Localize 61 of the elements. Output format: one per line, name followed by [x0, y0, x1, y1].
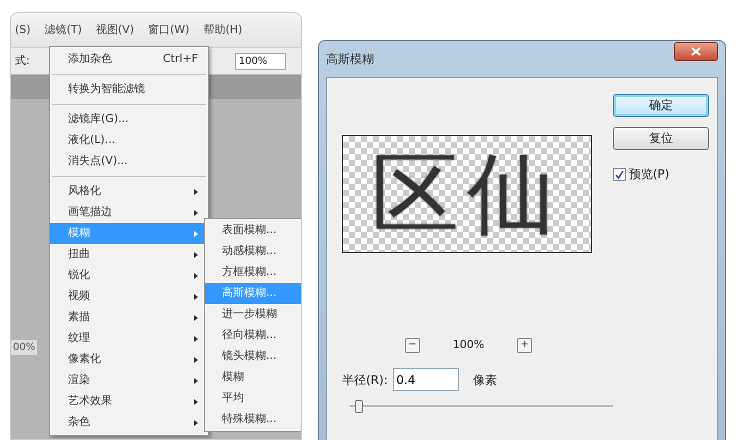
menu-title[interactable]: 帮助(H): [203, 22, 242, 38]
submenu-arrow-icon: [194, 356, 198, 362]
menu-item[interactable]: 素描: [50, 307, 208, 328]
menu-item[interactable]: 模糊: [205, 367, 301, 388]
submenu-arrow-icon: [194, 188, 198, 194]
close-icon: [691, 47, 701, 56]
menu-item[interactable]: 进一步模糊: [205, 304, 301, 325]
menu-item[interactable]: 镜头模糊...: [205, 346, 301, 367]
menu-item[interactable]: 滤镜库(G)...: [50, 109, 208, 130]
menu-item[interactable]: 风格化: [50, 181, 208, 202]
menu-item[interactable]: 视频: [50, 286, 208, 307]
preview-checkbox[interactable]: [613, 168, 626, 181]
submenu-arrow-icon: [194, 252, 198, 258]
menu-item[interactable]: 渲染: [50, 370, 208, 391]
menu-item[interactable]: 径向模糊...: [205, 325, 301, 346]
menu-title[interactable]: 视图(V): [96, 22, 134, 38]
submenu-arrow-icon: [194, 378, 198, 384]
submenu-arrow-icon: [194, 420, 198, 426]
menu-item[interactable]: 平均: [205, 388, 301, 409]
menu-item[interactable]: 动感模糊...: [205, 241, 301, 262]
menu-item[interactable]: 扭曲: [50, 244, 208, 265]
preview-label: 预览(P): [628, 166, 670, 184]
submenu-arrow-icon: [194, 336, 198, 342]
menu-item[interactable]: 表面模糊...: [205, 220, 301, 241]
menu-item[interactable]: 消失点(V)...: [50, 151, 208, 172]
radius-label: 半径(R):: [342, 372, 388, 389]
dialog-button[interactable]: 复位: [613, 126, 709, 150]
submenu-arrow-icon: [194, 314, 198, 320]
menu-item[interactable]: 方框模糊...: [205, 262, 301, 283]
submenu-arrow-icon: [194, 230, 198, 236]
menu-item[interactable]: 艺术效果: [50, 391, 208, 412]
submenu-arrow-icon: [194, 294, 198, 300]
menu-item[interactable]: 添加杂色 Ctrl+F: [50, 49, 208, 70]
menu-item[interactable]: 锐化: [50, 265, 208, 286]
menu-item[interactable]: 像素化: [50, 349, 208, 370]
options-label: 式:: [15, 52, 30, 69]
status-zoom: 00%: [11, 340, 38, 355]
menu-item[interactable]: 转换为智能滤镜: [50, 79, 208, 100]
menu-title[interactable]: 滤镜(T): [44, 22, 82, 38]
dialog-button[interactable]: 确定: [613, 94, 709, 117]
preview-text: 区仙: [371, 150, 563, 238]
submenu-arrow-icon: [194, 272, 198, 278]
menu-title[interactable]: (S): [15, 22, 31, 38]
submenu-arrow-icon: [194, 210, 198, 216]
zoom-field[interactable]: 100%: [234, 52, 286, 70]
radius-field[interactable]: 0.4: [393, 368, 460, 392]
menu-item[interactable]: 画笔描边: [50, 202, 208, 223]
zoom-out-button[interactable]: −: [404, 338, 420, 353]
menu-item[interactable]: 杂色: [50, 412, 208, 433]
zoom-in-button[interactable]: +: [517, 338, 532, 353]
menu-item[interactable]: 纹理: [50, 328, 208, 349]
unit-label: 像素: [472, 372, 497, 389]
slider-thumb[interactable]: [355, 400, 364, 414]
check-icon: [615, 170, 624, 179]
close-button[interactable]: [674, 42, 718, 62]
menu-item[interactable]: 特殊模糊...: [205, 409, 301, 430]
zoom-level: 100%: [452, 336, 484, 353]
submenu-arrow-icon: [194, 398, 198, 404]
menu-item[interactable]: 液化(L)...: [50, 130, 208, 151]
dialog-title: 高斯模糊: [326, 50, 374, 68]
menu-title[interactable]: 窗口(W): [148, 22, 190, 38]
